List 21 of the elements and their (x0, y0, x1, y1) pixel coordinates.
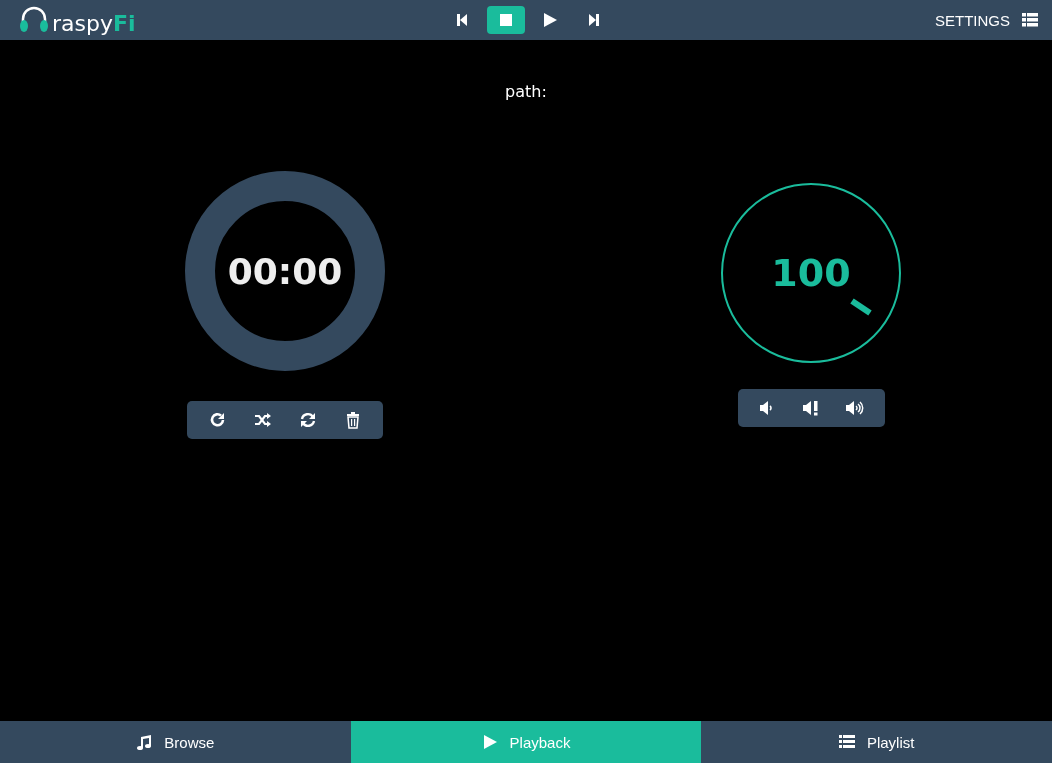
refresh-icon (298, 411, 317, 429)
speaker-loud-icon (844, 399, 864, 417)
headphones-icon (18, 5, 50, 35)
previous-icon (454, 12, 470, 28)
music-note-icon (136, 734, 153, 750)
settings-button[interactable]: SETTINGS (738, 11, 1038, 29)
list-icon (838, 734, 855, 750)
stop-icon (498, 12, 514, 28)
play-icon (542, 12, 558, 28)
speaker-exclamation-icon (801, 399, 821, 417)
shuffle-icon (253, 411, 272, 429)
list-icon (1022, 13, 1038, 27)
logo-text[interactable]: raspyFi (52, 13, 136, 35)
volume-knob[interactable] (719, 181, 903, 365)
next-icon (586, 12, 602, 28)
repeat-icon (208, 411, 227, 429)
play-icon (481, 734, 498, 750)
elapsed-time: 00:00 (227, 250, 343, 292)
stop-button[interactable] (487, 6, 525, 34)
volume-value: 100 (771, 251, 851, 295)
path-label: path: (505, 82, 547, 101)
